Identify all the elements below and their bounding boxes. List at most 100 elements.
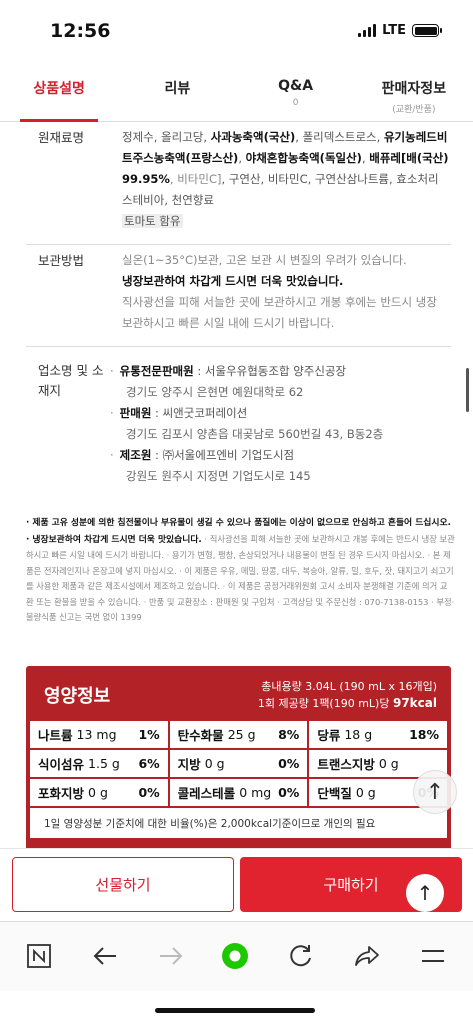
buy-button-label: 구매하기 (323, 876, 379, 894)
nutrient-name: 식이섬유 (38, 757, 85, 772)
share-icon[interactable] (351, 940, 383, 972)
nutrient-amount: 0 g (88, 785, 108, 800)
ingredient-fragment: 야채혼합농축액(독일산) (245, 151, 362, 165)
nutrition-total-line: 총내용량 3.04L (190 mL x 16개입) (261, 680, 437, 693)
tab-sub-label: (교환/반품) (392, 105, 436, 115)
nutrition-grid: 나트륨 13 mg 1% 탄수화물 25 g 8% 당류 18 g 18% 식이섬유 1.5 g 6%… (30, 721, 447, 838)
nutrition-cell: 포화지방 0 g 0% (30, 779, 170, 806)
notice-text: · 제품 고유 성분에 의한 침전물이나 부유물이 생길 수 있으나 품질에는 … (0, 505, 473, 626)
browser-toolbar (0, 921, 473, 991)
nutrition-cell: 식이섬유 1.5 g 6% (30, 750, 170, 777)
ingredients-row: 원재료명 정제수, 올리고당, 사과농축액(국산), 폴리덱스트로스, 유기농레… (0, 123, 473, 244)
ingredient-fragment: , 비타민C] (169, 172, 222, 186)
tab-label: 리뷰 (164, 81, 191, 97)
tab-label: 상품설명 (33, 81, 85, 97)
ingredients-value: 정제수, 올리고당, 사과농축액(국산), 폴리덱스트로스, 유기농레드비트주스… (122, 127, 449, 232)
nutrition-cell: 나트륨 13 mg 1% (30, 721, 170, 748)
nutrient-pct: 0% (138, 785, 160, 800)
business-row: 업소명 및 소재지 · 유통전문판매원 : 서울우유협동조합 양주신공장 경기도 … (0, 347, 473, 505)
nutrient-name: 콜레스테롤 (177, 786, 236, 801)
business-role: 제조원 (119, 448, 152, 462)
nutrient-name: 탄수화물 (177, 728, 224, 743)
reload-icon[interactable] (285, 940, 317, 972)
status-indicators: LTE (358, 23, 442, 38)
product-content[interactable]: 원재료명 정제수, 올리고당, 사과농축액(국산), 폴리덱스트로스, 유기농레… (0, 123, 473, 850)
business-name: : 씨앤굿코퍼레이션 (151, 406, 248, 420)
nutrient-name: 포화지방 (38, 786, 85, 801)
nutrition-cell: 콜레스테롤 0 mg 0% (170, 779, 310, 806)
status-time: 12:56 (50, 20, 111, 42)
gift-button[interactable]: 선물하기 (12, 857, 234, 912)
status-bar: 12:56 LTE (0, 0, 473, 62)
nutrient-pct: 8% (278, 727, 300, 742)
nutrition-header: 영양정보 총내용량 3.04L (190 mL x 16개입) 1회 제공량 1… (26, 666, 451, 721)
notice-bold-1: · 제품 고유 성분에 의한 침전물이나 부유물이 생길 수 있으나 품질에는 … (26, 518, 451, 528)
business-name: : 서울우유협동조합 양주신공장 (193, 364, 347, 378)
nutrition-kcal: 97kcal (392, 696, 437, 710)
nutrition-row: 식이섬유 1.5 g 6% 지방 0 g 0% 트랜스지방 0 g (30, 750, 447, 779)
home-indicator (155, 1008, 315, 1013)
nutrient-amount: 18 g (344, 727, 373, 742)
ingredient-fragment: , 폴리덱스트로스, (295, 130, 384, 144)
business-role: 판매원 (119, 406, 152, 420)
nutrient-name: 트랜스지방 (317, 757, 375, 772)
tab-seller-info[interactable]: 판매자정보 (교환/반품) (355, 62, 473, 121)
tab-reviews[interactable]: 리뷰 (118, 62, 236, 121)
scroll-up-icon: ↑ (425, 779, 445, 805)
green-dot-icon[interactable] (219, 940, 251, 972)
tab-qna[interactable]: Q&A 0 (237, 62, 355, 121)
business-address: 경기도 양주시 은현면 예원대학로 62 (126, 385, 304, 399)
nutrition-total: 총내용량 3.04L (190 mL x 16개입) 1회 제공량 1팩(190… (258, 678, 437, 712)
tab-label: 판매자정보 (381, 81, 447, 97)
ingredient-fragment: , (238, 151, 246, 165)
nutrient-amount: 0 g (355, 785, 376, 800)
signal-icon (358, 24, 377, 37)
scroll-up-icon[interactable]: ↑ (406, 874, 444, 912)
nutrition-cell: 지방 0 g 0% (170, 750, 310, 777)
storage-line-2: 냉장보관하여 차갑게 드시면 더욱 맛있습니다. (122, 274, 344, 288)
nutrition-cell: 탄수화물 25 g 8% (170, 721, 310, 748)
notice-bold-2: · 냉장보관하여 차갑게 드시면 더욱 맛있습니다. (26, 534, 202, 545)
battery-icon (412, 24, 442, 37)
scroll-up-button[interactable]: ↑ (413, 770, 457, 814)
business-address: 강원도 원주시 지정면 기업도시로 145 (126, 469, 311, 483)
nutrition-row: 나트륨 13 mg 1% 탄수화물 25 g 8% 당류 18 g 18% (30, 721, 447, 750)
nutrient-name: 단백질 (317, 786, 352, 801)
nutrient-name: 나트륨 (38, 728, 73, 743)
nutrition-title: 영양정보 (44, 686, 111, 707)
nutrient-pct: 1% (138, 727, 160, 742)
nutrient-name: 지방 (177, 757, 201, 772)
nutrient-pct: 6% (138, 756, 160, 771)
storage-row: 보관방법 실온(1~35°C)보관, 고온 보관 시 변질의 우려가 있습니다.… (0, 245, 473, 346)
tab-product-description[interactable]: 상품설명 (0, 62, 118, 122)
business-key: 업소명 및 소재지 (38, 363, 104, 398)
nutrient-amount: 0 g (378, 756, 399, 771)
buy-button[interactable]: 구매하기 ↑ (240, 857, 462, 912)
notice-rest: · 직사광선을 피해 서늘한 곳에 보관하시고 개봉 후에는 반드시 냉장 보관… (26, 533, 455, 623)
qna-count: 0 (292, 98, 299, 108)
nutrient-amount: 1.5 g (88, 756, 120, 771)
nutrient-pct: 0% (278, 785, 300, 800)
business-entry: · 제조원 : ㈜서울에프엔비 기업도시점 (110, 448, 295, 462)
nutrition-cell: 당류 18 g 18% (309, 721, 447, 748)
business-role: 유통전문판매원 (119, 364, 194, 378)
ingredient-fragment: 정제수, 올리고당, (122, 130, 211, 144)
scrollbar[interactable] (466, 368, 469, 412)
ingredient-fragment: 사과농축액(국산) (210, 130, 296, 144)
business-name: : ㈜서울에프엔비 기업도시점 (151, 448, 295, 462)
storage-line-1: 실온(1~35°C)보관, 고온 보관 시 변질의 우려가 있습니다. (122, 253, 407, 267)
ingredients-key: 원재료명 (38, 130, 85, 145)
nutrient-amount: 13 mg (76, 727, 117, 742)
naver-n-icon[interactable] (23, 940, 55, 972)
nutrient-pct: 18% (409, 727, 440, 742)
nutrition-row: 포화지방0 g0%콜레스테롤0 mg0%단백질0 g0% (30, 779, 447, 808)
ingredient-fragment: 토마토 함유 (122, 214, 183, 228)
business-entry: · 유통전문판매원 : 서울우유협동조합 양주신공장 (110, 364, 347, 378)
forward-arrow-icon[interactable] (155, 940, 187, 972)
nutrition-footnote: 1일 영양성분 기준치에 대한 비율(%)은 2,000kcal기준이므로 개인… (44, 817, 376, 830)
nutrition-panel: 영양정보 총내용량 3.04L (190 mL x 16개입) 1회 제공량 1… (26, 666, 451, 850)
menu-icon[interactable] (417, 940, 449, 972)
back-arrow-icon[interactable] (89, 940, 121, 972)
storage-line-3: 직사광선을 피해 서늘한 곳에 보관하시고 개봉 후에는 반드시 냉장 보관하시… (122, 295, 437, 330)
network-label: LTE (382, 23, 406, 38)
